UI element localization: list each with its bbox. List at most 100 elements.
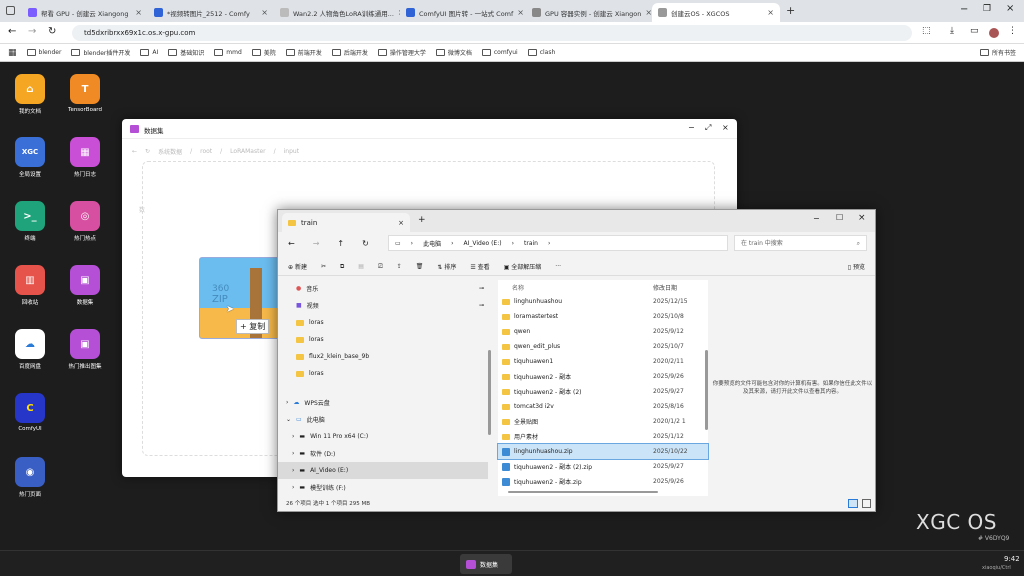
file-row[interactable]: linghunhuashou 2025/12/15: [498, 294, 708, 309]
details-view-icon[interactable]: [848, 499, 858, 508]
extension-icon[interactable]: ⬚: [922, 26, 931, 36]
file-row-selected[interactable]: linghunhuashou.zip 2025/10/22: [497, 443, 709, 460]
bookmark-item[interactable]: 微博文档: [435, 48, 472, 57]
other-bookmarks[interactable]: 所有书签: [979, 48, 1016, 57]
cut-icon[interactable]: ✂: [321, 263, 326, 270]
menu-icon[interactable]: ⋮: [1008, 26, 1017, 36]
dragged-zip-file[interactable]: 360 ZIP + 复制 ➤: [199, 257, 281, 339]
close-icon[interactable]: ×: [722, 123, 729, 132]
browser-tab-active[interactable]: 创建云OS - XGCOS ×: [652, 3, 780, 22]
sort-button[interactable]: ⇅ 排序: [437, 262, 456, 271]
up-icon[interactable]: ↑: [337, 239, 344, 248]
file-row[interactable]: loramastertest 2025/10/8: [498, 309, 708, 324]
file-row[interactable]: tiquhuawen1 2020/2/11: [498, 354, 708, 369]
bookmark-item[interactable]: comfyui: [481, 49, 518, 56]
column-header-name[interactable]: 名称: [498, 283, 653, 292]
bookmark-item[interactable]: 前端开发: [285, 48, 322, 57]
sidebar-item-drive[interactable]: › ▬ 软件 (D:): [278, 445, 488, 462]
close-icon[interactable]: ×: [858, 213, 866, 223]
forward-icon[interactable]: →: [28, 26, 36, 37]
close-icon[interactable]: ×: [517, 8, 524, 17]
file-row[interactable]: qwen_edit_plus 2025/10/7: [498, 339, 708, 354]
list-scrollbar[interactable]: [705, 350, 708, 430]
desktop-icon-baidu[interactable]: ☁ 百度网盘: [6, 329, 54, 370]
sidebar-item-music[interactable]: ● 音乐 ⊸: [278, 280, 488, 297]
minimize-icon[interactable]: −: [813, 214, 820, 223]
desktop-icon-hotspot[interactable]: ◎ 热门热点: [61, 201, 109, 242]
sidebar-item-folder[interactable]: flux2_klein_base_9b: [278, 348, 488, 365]
sidebar-icon[interactable]: ▭: [970, 26, 979, 36]
copy-icon[interactable]: ⧉: [340, 263, 344, 271]
browser-tab[interactable]: ComfyUI 图片转 - 一站式 Comf ×: [400, 3, 526, 22]
back-icon[interactable]: ←: [8, 26, 16, 37]
avatar[interactable]: [989, 28, 999, 38]
more-button[interactable]: ···: [555, 263, 561, 270]
reload-icon[interactable]: ↻: [145, 148, 150, 155]
minimize-icon[interactable]: −: [960, 4, 968, 15]
bookmark-item[interactable]: 后端开发: [331, 48, 368, 57]
maximize-icon[interactable]: ⤢: [705, 123, 711, 133]
details-pane-button[interactable]: ▯ 预览: [848, 262, 865, 271]
chevron-right-icon[interactable]: ›: [292, 450, 294, 457]
reload-icon[interactable]: ↻: [48, 26, 56, 37]
file-row[interactable]: tiquhuawen2 - 副本 (2).zip 2025/9/27: [498, 459, 708, 474]
url-input[interactable]: td5dxribrxx69x1c.os.x-gpu.com: [72, 25, 912, 41]
bookmark-item[interactable]: 美院: [251, 48, 276, 57]
sidebar-item-video[interactable]: ■ 视频 ⊸: [278, 297, 488, 314]
chevron-down-icon[interactable]: ⌄: [286, 416, 291, 423]
file-row[interactable]: tiquhuawen2 - 副本 2025/9/26: [498, 369, 708, 384]
sidebar-item-folder[interactable]: loras: [278, 365, 488, 382]
close-icon[interactable]: ×: [261, 8, 268, 17]
desktop-icon-settings[interactable]: XGC 全局设置: [6, 137, 54, 178]
file-row[interactable]: 全景贴图 2020/1/2 1: [498, 414, 708, 429]
download-icon[interactable]: ⤓: [950, 26, 954, 36]
back-icon[interactable]: ←: [288, 239, 295, 248]
search-input[interactable]: 在 train 中搜索 ⌕: [734, 235, 867, 251]
close-icon[interactable]: ×: [135, 8, 142, 17]
desktop-icon-comfyui[interactable]: C ComfyUI: [6, 393, 54, 432]
rename-icon[interactable]: ⎚: [378, 263, 383, 271]
extract-all-button[interactable]: ▣ 全部解压缩: [504, 262, 542, 271]
close-icon[interactable]: ×: [645, 8, 652, 17]
bookmark-item[interactable]: 基础知识: [168, 48, 204, 57]
browser-tab[interactable]: GPU 容器实例 - 创建云 Xiangon ×: [526, 3, 652, 22]
list-hscrollbar[interactable]: [508, 491, 658, 493]
view-button[interactable]: ☰ 查看: [470, 262, 489, 271]
desktop-icon-pages[interactable]: ◉ 热门页面: [6, 457, 54, 498]
share-icon[interactable]: ⇪: [397, 263, 402, 270]
explorer-tab[interactable]: train ×: [282, 213, 410, 232]
back-icon[interactable]: ←: [132, 148, 137, 155]
bookmark-item[interactable]: blender插件开发: [71, 48, 130, 57]
chevron-right-icon[interactable]: ›: [292, 467, 294, 474]
sidebar-item-folder[interactable]: loras: [278, 331, 488, 348]
bookmark-item[interactable]: mmd: [214, 49, 242, 56]
desktop-icon-documents[interactable]: ⌂ 我的文档: [6, 74, 54, 115]
tab-list-icon[interactable]: [6, 6, 15, 15]
desktop-icon-output[interactable]: ▣ 热门推出图集: [61, 329, 109, 370]
sidebar-item-folder[interactable]: loras: [278, 314, 488, 331]
sidebar-scrollbar[interactable]: [488, 350, 491, 435]
restore-icon[interactable]: ❐: [983, 4, 991, 14]
file-row[interactable]: tomcat3d i2v 2025/8/16: [498, 399, 708, 414]
chevron-right-icon[interactable]: ›: [292, 433, 294, 440]
new-tab-button[interactable]: +: [418, 215, 426, 225]
paste-icon[interactable]: ▤: [358, 263, 364, 270]
file-row[interactable]: 用户素材 2025/1/12: [498, 429, 708, 444]
column-header-date[interactable]: 修改日期: [653, 283, 677, 292]
close-icon[interactable]: ×: [398, 219, 404, 227]
browser-tab[interactable]: *视频转图片_2512 - Comfy ×: [148, 3, 274, 22]
new-tab-button[interactable]: +: [786, 4, 795, 17]
desktop-icon-logs[interactable]: ▦ 热门日志: [61, 137, 109, 178]
desktop-icon-terminal[interactable]: >_ 终端: [6, 201, 54, 242]
chevron-right-icon[interactable]: ›: [292, 484, 294, 491]
taskbar-item-dataset[interactable]: 数据集: [460, 554, 512, 574]
forward-icon[interactable]: →: [313, 239, 320, 248]
sidebar-item-drive[interactable]: › ▬ 模型训练 (F:): [278, 479, 488, 496]
browser-tab[interactable]: 帮看 GPU - 创建云 Xiangong ×: [22, 3, 148, 22]
bookmark-item[interactable]: blender: [26, 49, 61, 56]
new-button[interactable]: ⊕ 新建: [288, 262, 307, 271]
bookmark-item[interactable]: 操作管理大学: [377, 48, 426, 57]
bookmark-item[interactable]: AI: [140, 49, 158, 56]
sidebar-item-drive[interactable]: › ▬ Win 11 Pro x64 (C:): [278, 428, 488, 445]
sidebar-item-drive-selected[interactable]: › ▬ AI_Video (E:): [278, 462, 488, 479]
